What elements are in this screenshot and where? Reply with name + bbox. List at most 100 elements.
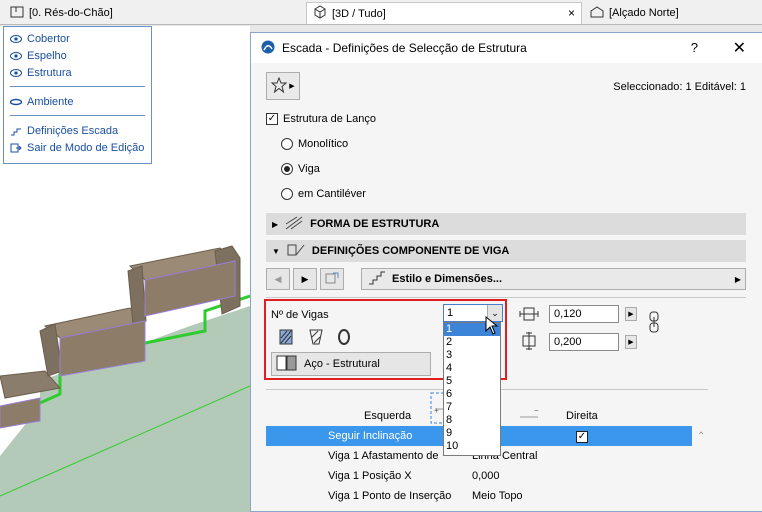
beam-height-input[interactable]: 0,200	[549, 333, 619, 351]
palette-item-label: Ambiente	[27, 95, 74, 108]
beam-component-icon	[287, 243, 305, 260]
tab-3d-view[interactable]: [3D / Tudo] ×	[306, 2, 582, 24]
dropdown-option[interactable]: 5	[444, 375, 500, 388]
right-arrow-icon: ▶	[301, 273, 309, 284]
material-swatch-icon	[276, 355, 298, 374]
menu-arrow-icon: ▶	[734, 274, 741, 284]
palette-item-label: Cobertor	[27, 32, 70, 45]
follow-slope-checkbox[interactable]: ✓	[574, 430, 588, 443]
height-arrow-icon[interactable]: ▶	[625, 335, 637, 349]
property-value[interactable]: 0,000	[470, 470, 500, 482]
dropdown-option[interactable]: 9	[444, 427, 500, 440]
property-value[interactable]: Meio Topo	[470, 490, 523, 502]
section-label: FORMA DE ESTRUTURA	[310, 218, 440, 230]
dropdown-option[interactable]: 10	[444, 440, 500, 453]
stair-settings-icon	[10, 126, 22, 136]
radio-cantilever[interactable]: em Cantiléver	[281, 188, 366, 200]
eye-icon	[10, 34, 22, 44]
palette-item-cobertor[interactable]: Cobertor	[10, 30, 145, 47]
palette-item-estrutura[interactable]: Estrutura	[10, 64, 145, 81]
exit-icon	[10, 143, 22, 153]
edit-icon	[325, 272, 339, 286]
component-navigation: ◀ ▶	[266, 268, 344, 290]
eye-icon	[10, 51, 22, 61]
structure-checkbox[interactable]: ✓ Estrutura de Lanço	[266, 113, 376, 125]
elevation-icon	[590, 5, 604, 21]
radio-unselected-icon	[281, 138, 293, 150]
radio-label: Viga	[298, 163, 320, 175]
radio-unselected-icon	[281, 188, 293, 200]
width-arrow-icon[interactable]: ▶	[625, 307, 637, 321]
radio-label: em Cantiléver	[298, 188, 366, 200]
play-arrow-icon: ▶	[289, 83, 295, 90]
dialog-title: Escada - Definições de Selecção de Estru…	[282, 41, 527, 55]
dropdown-option[interactable]: 7	[444, 401, 500, 414]
property-key: Viga 1 Afastamento de	[328, 450, 439, 462]
selection-count: Seleccionado: 1 Editável: 1	[613, 81, 746, 93]
help-button[interactable]: ?	[691, 40, 698, 55]
dropdown-option[interactable]: 6	[444, 388, 500, 401]
floor-plan-icon	[10, 6, 24, 21]
edit-component-button[interactable]	[320, 268, 344, 290]
property-row-insertion-point[interactable]: Viga 1 Ponto de Inserção Meio Topo	[266, 486, 692, 506]
beam-shape-tapered-icon[interactable]	[305, 327, 327, 347]
favorites-button[interactable]: ▶	[266, 72, 300, 100]
palette-item-stair-settings[interactable]: Definições Escada	[10, 122, 145, 139]
palette-item-label: Definições Escada	[27, 124, 119, 137]
beam-width-input[interactable]: 0,120	[549, 305, 619, 323]
dialog-title-bar[interactable]: Escada - Definições de Selecção de Estru…	[251, 33, 762, 63]
next-button[interactable]: ▶	[293, 268, 317, 290]
view-tab-strip: [0. Rés-do-Chão] [3D / Tudo] × [Alçado N…	[0, 0, 762, 25]
svg-text:+: +	[434, 406, 439, 415]
beam-shape-rectangle-icon[interactable]	[275, 327, 297, 347]
beam-count-dropdown: 1 2 3 4 5 6 7 8 9 10	[443, 322, 501, 456]
palette-item-label: Estrutura	[27, 66, 72, 79]
section-label: DEFINIÇÕES COMPONENTE DE VIGA	[311, 245, 510, 257]
dropdown-option[interactable]: 8	[444, 414, 500, 427]
palette-divider	[10, 115, 145, 116]
checkbox-label: Estrutura de Lanço	[283, 113, 376, 125]
scroll-up-icon[interactable]: ⌃	[697, 431, 705, 442]
palette-item-label: Espelho	[27, 49, 67, 62]
property-key: Viga 1 Ponto de Inserção	[328, 490, 452, 502]
mouse-cursor-icon	[485, 315, 499, 339]
dropdown-option[interactable]: 3	[444, 349, 500, 362]
style-dimensions-button[interactable]: Estilo e Dimensões... ▶	[361, 268, 746, 290]
tab-floor-plan[interactable]: [0. Rés-do-Chão]	[4, 2, 119, 24]
left-arrow-icon: ◀	[274, 273, 282, 284]
beam-height-icon	[518, 331, 540, 351]
archicad-logo-icon	[261, 40, 275, 57]
tab-elevation[interactable]: [Alçado Norte]	[584, 2, 685, 24]
radio-monolithic[interactable]: Monolítico	[281, 138, 348, 150]
palette-item-espelho[interactable]: Espelho	[10, 47, 145, 64]
checkbox-checked-icon: ✓	[576, 430, 588, 443]
closed-eye-icon	[9, 97, 23, 107]
beam-count-value: 1	[447, 307, 454, 319]
section-structure-shape[interactable]: ▶ FORMA DE ESTRUTURA	[266, 213, 746, 235]
tab-label: [0. Rés-do-Chão]	[29, 7, 113, 19]
radio-beam[interactable]: Viga	[281, 163, 320, 175]
palette-item-ambiente[interactable]: Ambiente	[9, 93, 145, 110]
close-tab-icon[interactable]: ×	[568, 6, 575, 20]
radio-label: Monolítico	[298, 138, 349, 150]
tab-label: [3D / Tudo]	[332, 7, 386, 20]
star-icon	[270, 76, 288, 96]
material-picker[interactable]: Aço - Estrutural	[271, 352, 431, 376]
chain-link-icon[interactable]	[643, 311, 665, 333]
palette-item-exit-edit-mode[interactable]: Sair de Modo de Edição	[10, 139, 145, 156]
divider	[266, 297, 746, 298]
collapse-arrow-icon: ▼	[272, 246, 280, 256]
close-dialog-button[interactable]: ✕	[733, 38, 746, 58]
property-key: Viga 1 Posição X	[328, 470, 412, 482]
dropdown-option[interactable]: 4	[444, 362, 500, 375]
beam-shape-round-icon[interactable]	[333, 327, 355, 347]
style-button-label: Estilo e Dimensões...	[392, 273, 503, 285]
radio-selected-icon	[281, 163, 293, 175]
eye-icon	[10, 68, 22, 78]
column-header-right: Direita	[566, 410, 598, 422]
previous-button[interactable]: ◀	[266, 268, 290, 290]
property-row-position-x[interactable]: Viga 1 Posição X 0,000	[266, 466, 692, 486]
section-beam-component[interactable]: ▼ DEFINIÇÕES COMPONENTE DE VIGA	[266, 240, 746, 262]
palette-item-label: Sair de Modo de Edição	[27, 141, 145, 154]
structure-shape-icon	[285, 216, 303, 233]
